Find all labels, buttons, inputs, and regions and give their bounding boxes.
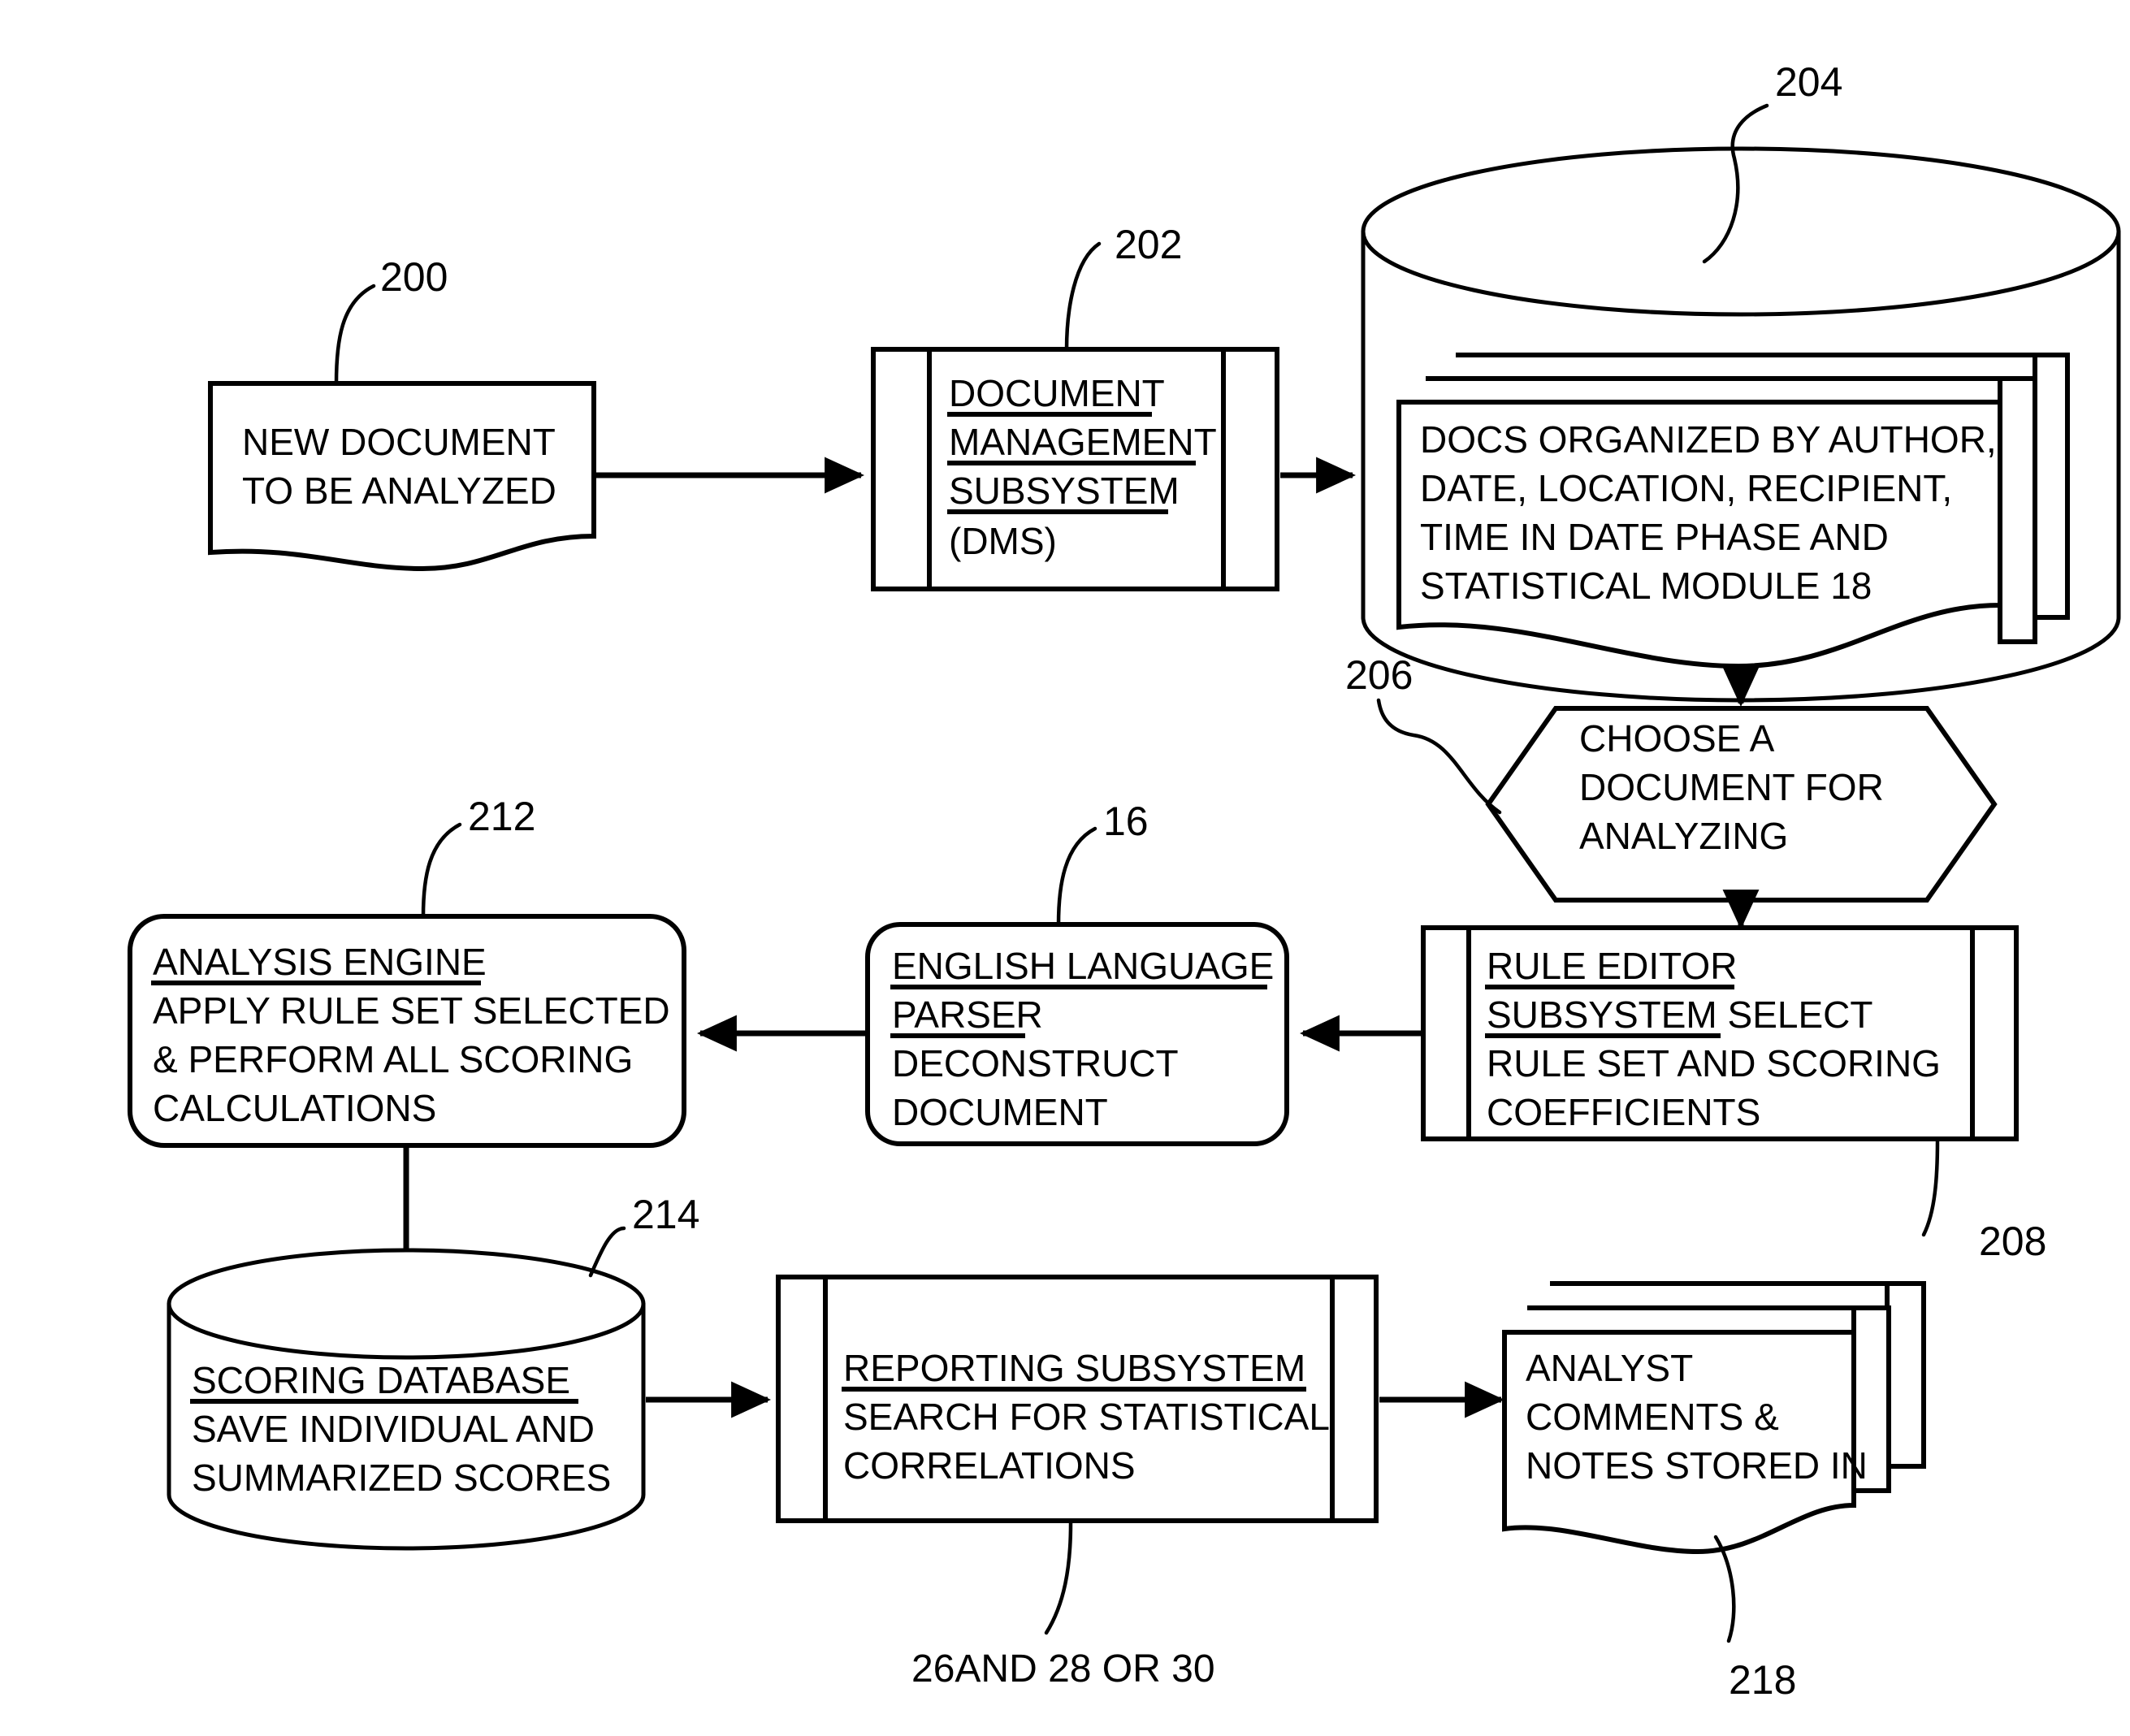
node-analysis-engine[interactable]: ANALYSIS ENGINE APPLY RULE SET SELECTED … (128, 914, 686, 1148)
rule-editor-line-1: RULE EDITOR (1487, 945, 1737, 987)
dms-line-2: MANAGEMENT (949, 421, 1217, 463)
ref-label-202: 202 (1115, 222, 1182, 267)
reporting-subsystem-line-3: CORRELATIONS (843, 1444, 1136, 1487)
node-rule-editor[interactable]: RULE EDITOR SUBSYSTEM SELECT RULE SET AN… (1421, 925, 2019, 1141)
analyst-comments-line-2: COMMENTS & (1526, 1396, 1779, 1438)
ref-label-200: 200 (380, 254, 448, 300)
node-scoring-database[interactable]: SCORING DATABASE SAVE INDIVIDUAL AND SUM… (167, 1248, 646, 1551)
scoring-database-line-3: SUMMARIZED SCORES (192, 1457, 611, 1499)
node-reporting-subsystem[interactable]: REPORTING SUBSYSTEM SEARCH FOR STATISTIC… (776, 1275, 1379, 1523)
analysis-engine-line-4: CALCULATIONS (153, 1087, 436, 1129)
rule-editor-line-3: RULE SET AND SCORING (1487, 1042, 1941, 1084)
scoring-cylinder-top (167, 1248, 646, 1360)
docs-database-line-1: DOCS ORGANIZED BY AUTHOR, (1420, 418, 1997, 461)
new-document-line-2: TO BE ANALYZED (242, 470, 556, 512)
docs-database-line-2: DATE, LOCATION, RECIPIENT, (1420, 467, 1952, 509)
flowchart-canvas: NEW DOCUMENT TO BE ANALYZED 200 DOCUMENT… (0, 0, 2130, 1736)
rule-editor-line-2: SUBSYSTEM SELECT (1487, 994, 1872, 1036)
ref-label-212: 212 (468, 794, 535, 839)
ref-label-204: 204 (1775, 59, 1842, 105)
choose-document-line-3: ANALYZING (1579, 815, 1788, 857)
scoring-database-line-2: SAVE INDIVIDUAL AND (192, 1408, 595, 1450)
analysis-engine-line-1: ANALYSIS ENGINE (153, 941, 487, 983)
node-docs-database[interactable]: DOCS ORGANIZED BY AUTHOR, DATE, LOCATION… (1361, 146, 2121, 703)
dms-line-3: SUBSYSTEM (949, 470, 1180, 512)
analyst-comments-line-1: ANALYST (1526, 1347, 1693, 1389)
node-new-document[interactable]: NEW DOCUMENT TO BE ANALYZED (208, 381, 596, 572)
scoring-database-line-1: SCORING DATABASE (192, 1359, 570, 1401)
docs-database-line-4: STATISTICAL MODULE 18 (1420, 565, 1872, 607)
ref-label-206: 206 (1345, 652, 1413, 698)
rule-editor-line-4: COEFFICIENTS (1487, 1091, 1760, 1133)
ref-label-214: 214 (632, 1192, 699, 1237)
english-parser-line-1: ENGLISH LANGUAGE (892, 945, 1274, 987)
ref-label-reporting: 26AND 28 OR 30 (911, 1647, 1215, 1691)
english-parser-line-3: DECONSTRUCT (892, 1042, 1179, 1084)
ref-label-16: 16 (1103, 799, 1149, 844)
english-parser-line-4: DOCUMENT (892, 1091, 1108, 1133)
reporting-subsystem-line-2: SEARCH FOR STATISTICAL (843, 1396, 1330, 1438)
dms-line-1: DOCUMENT (949, 372, 1165, 414)
dms-line-4: (DMS) (949, 520, 1057, 562)
node-dms[interactable]: DOCUMENT MANAGEMENT SUBSYSTEM (DMS) (871, 347, 1279, 591)
analysis-engine-line-3: & PERFORM ALL SCORING (153, 1038, 633, 1080)
choose-document-line-1: CHOOSE A (1579, 717, 1775, 760)
ref-label-208: 208 (1979, 1219, 2046, 1264)
reporting-subsystem-line-1: REPORTING SUBSYSTEM (843, 1347, 1305, 1389)
new-document-line-1: NEW DOCUMENT (242, 421, 556, 463)
flowchart-diagram: NEW DOCUMENT TO BE ANALYZED 200 DOCUMENT… (0, 0, 2130, 1736)
node-choose-document[interactable]: CHOOSE A DOCUMENT FOR ANALYZING (1485, 706, 1998, 903)
docs-database-line-3: TIME IN DATE PHASE AND (1420, 516, 1889, 558)
choose-document-line-2: DOCUMENT FOR (1579, 766, 1884, 808)
english-parser-line-2: PARSER (892, 994, 1043, 1036)
docs-cylinder-top (1361, 146, 2121, 317)
analysis-engine-line-2: APPLY RULE SET SELECTED (153, 989, 670, 1032)
analyst-comments-line-3: NOTES STORED IN (1526, 1444, 1868, 1487)
ref-label-218: 218 (1729, 1657, 1796, 1703)
node-english-parser[interactable]: ENGLISH LANGUAGE PARSER DECONSTRUCT DOCU… (865, 922, 1289, 1146)
